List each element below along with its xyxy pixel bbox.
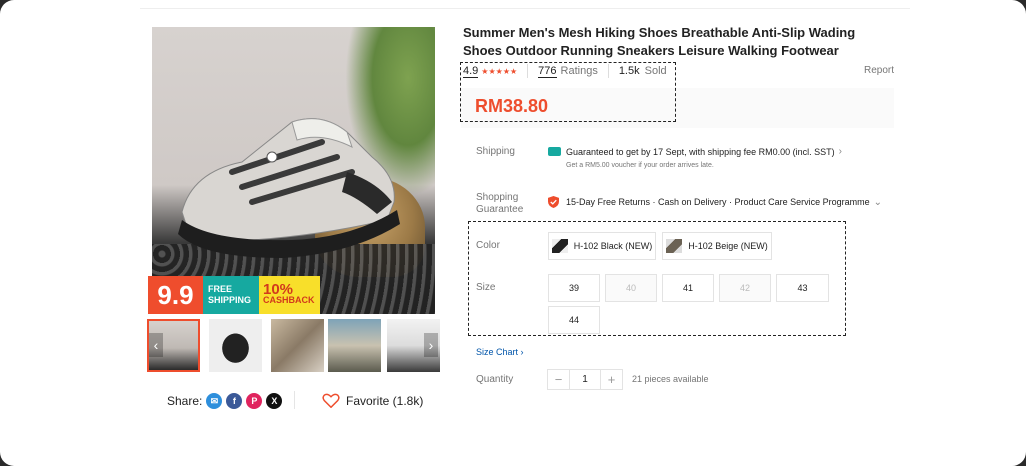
x-twitter-icon[interactable]: X (266, 393, 283, 409)
guarantee-label-line1: Shopping (476, 192, 519, 203)
size-chart-label: Size Chart (476, 347, 519, 357)
cashback-badge: 10% CASHBACK (259, 276, 320, 314)
free-shipping-line2: SHIPPING (208, 295, 252, 305)
quantity-decrease-button[interactable]: − (548, 370, 569, 389)
chevron-down-icon: ⌄ (873, 196, 882, 208)
favorite-button[interactable]: Favorite (1.8k) (322, 393, 423, 408)
share-label: Share: (167, 394, 203, 408)
shipping-info[interactable]: Guaranteed to get by 17 Sept, with shipp… (548, 146, 842, 157)
thumbnail-next-arrow[interactable]: › (424, 333, 438, 357)
messenger-icon[interactable]: ✉ (206, 393, 223, 409)
main-product-image[interactable] (152, 27, 435, 314)
shipping-text: Guaranteed to get by 17 Sept, with shipp… (566, 146, 835, 157)
chevron-right-icon: › (520, 347, 524, 357)
truck-icon (548, 147, 561, 156)
guarantee-label-line2: Guarantee (476, 204, 524, 215)
chevron-right-icon: › (838, 146, 842, 157)
quantity-label: Quantity (476, 374, 514, 385)
free-shipping-line1: FREE (208, 284, 233, 294)
highlight-box-variations (468, 221, 846, 336)
size-chart-link[interactable]: Size Chart › (476, 347, 524, 357)
product-page: 9.9 FREE SHIPPING 10% CASHBACK ‹ › Share… (0, 0, 1026, 466)
promo-banner: 9.9 FREE SHIPPING 10% CASHBACK (148, 276, 320, 314)
pinterest-icon[interactable]: P (246, 393, 263, 409)
share-row: Share: ✉ f P X (167, 393, 283, 409)
product-title: Summer Men's Mesh Hiking Shoes Breathabl… (463, 25, 856, 58)
thumbnail-2[interactable] (209, 319, 262, 372)
thumbnail-3[interactable] (271, 319, 324, 372)
quantity-input[interactable]: 1 (569, 370, 601, 389)
thumbnail-strip: ‹ › (147, 319, 440, 373)
cashback-percent: 10% (263, 281, 294, 298)
share-divider (294, 391, 295, 409)
shipping-label: Shipping (476, 146, 515, 157)
heart-icon (322, 393, 340, 408)
sale-badge: 9.9 (148, 276, 203, 314)
stock-available: 21 pieces available (632, 374, 709, 384)
guarantee-info[interactable]: 15-Day Free Returns · Cash on Delivery ·… (548, 196, 882, 208)
shield-icon (548, 196, 559, 208)
report-link[interactable]: Report (864, 65, 894, 76)
thumbnail-prev-arrow[interactable]: ‹ (149, 333, 163, 357)
facebook-icon[interactable]: f (226, 393, 243, 409)
highlight-box-price (460, 62, 676, 122)
quantity-increase-button[interactable]: + (601, 370, 622, 389)
top-divider (140, 8, 910, 9)
shipping-subtext: Get a RM5.00 voucher if your order arriv… (566, 162, 714, 169)
free-shipping-badge: FREE SHIPPING (203, 276, 259, 314)
shoe-illustration (178, 118, 400, 258)
guarantee-label: Shopping Guarantee (476, 192, 523, 216)
cashback-label: CASHBACK (263, 295, 315, 305)
guarantee-text: 15-Day Free Returns · Cash on Delivery ·… (566, 197, 870, 207)
favorite-label: Favorite (1.8k) (346, 393, 424, 408)
thumbnail-4[interactable] (328, 319, 381, 372)
quantity-stepper: − 1 + (547, 369, 623, 390)
